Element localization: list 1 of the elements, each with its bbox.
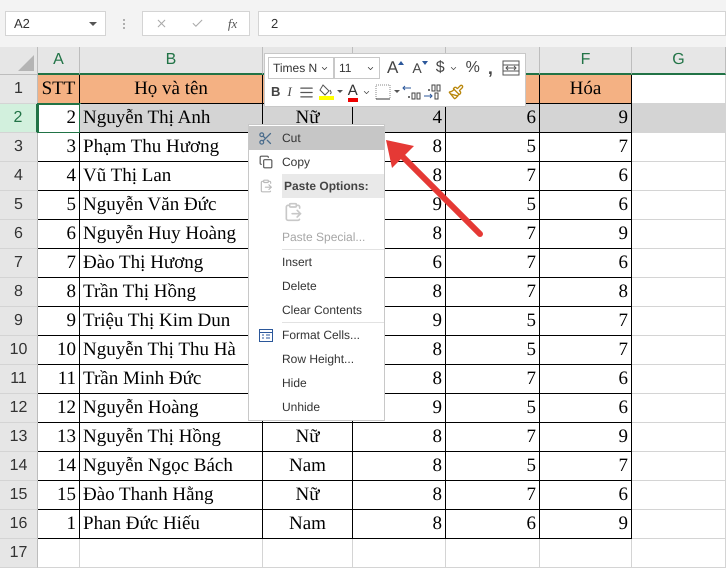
paste-options-heading: Paste Options: [282,174,384,198]
